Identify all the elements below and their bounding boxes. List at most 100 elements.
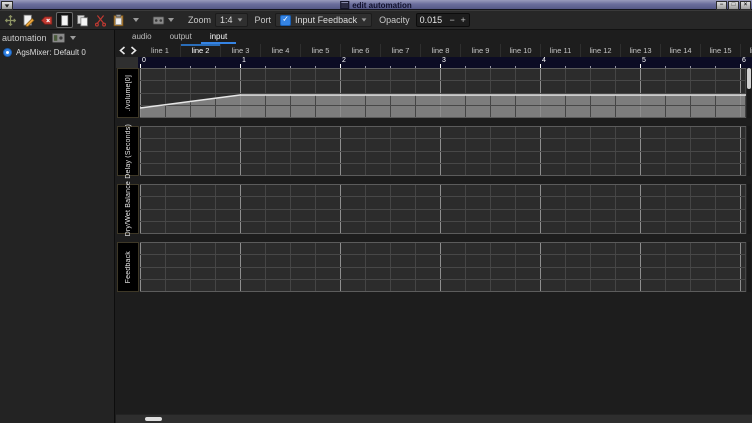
edit-automation-window: edit automation − □ × Zoom 1:4 Port ✓ In…	[0, 0, 752, 423]
pencil-icon	[22, 14, 35, 27]
gridline-horizontal	[140, 138, 746, 139]
line-tab-13[interactable]: line 13	[620, 44, 660, 57]
machine-selector-panel: automation AgsMixer: Default 0	[0, 30, 115, 423]
line-tab-8[interactable]: line 8	[420, 44, 460, 57]
tab-input[interactable]: input	[201, 30, 236, 44]
line-tab-14[interactable]: line 14	[660, 44, 700, 57]
tab-audio[interactable]: audio	[123, 30, 161, 44]
zoom-value: 1:4	[220, 15, 233, 25]
lanes: ./volume[0] Delay (Seconds) Dry/Wet Balanc…	[116, 68, 752, 338]
lane-label: ./volume[0]	[117, 68, 139, 118]
lane-row: Feedback	[116, 242, 752, 292]
lane-row: Dry/Wet Balance	[116, 184, 752, 234]
clear-tool-button[interactable]	[38, 12, 55, 28]
ruler-number: 6	[742, 57, 746, 65]
line-tabs-next-button[interactable]	[128, 44, 139, 57]
line-tab-15[interactable]: line 15	[700, 44, 740, 57]
tool-popup-icon	[152, 14, 165, 27]
window-controls: − □ ×	[716, 1, 751, 10]
window-menu-icon	[5, 4, 10, 7]
opacity-label: Opacity	[379, 15, 410, 25]
line-tab-4[interactable]: line 4	[260, 44, 300, 57]
line-tabs-prev-button[interactable]	[117, 44, 128, 57]
opacity-increment-button[interactable]: +	[458, 14, 469, 26]
line-tab-6[interactable]: line 6	[340, 44, 380, 57]
ruler: 0123456	[116, 57, 752, 68]
lane-vertical-scrollbar[interactable]	[746, 68, 751, 118]
gridline-horizontal	[140, 209, 746, 210]
line-tab-16[interactable]: line 16	[740, 44, 752, 57]
lane-vertical-scrollbar[interactable]	[746, 126, 751, 176]
port-combo[interactable]: ✓ Input Feedback	[275, 13, 372, 27]
ruler-number: 2	[342, 57, 346, 65]
automation-grid[interactable]	[140, 242, 746, 292]
port-checkbox[interactable]: ✓	[280, 15, 291, 26]
automation-grid[interactable]	[140, 184, 746, 234]
tool-popup-button[interactable]	[149, 12, 177, 28]
zoom-label: Zoom	[188, 15, 211, 25]
tab-output[interactable]: output	[161, 30, 201, 44]
minimize-button[interactable]: −	[716, 1, 727, 10]
maximize-button[interactable]: □	[728, 1, 739, 10]
position-tool-button[interactable]	[2, 12, 19, 28]
ruler-cap	[116, 57, 138, 68]
line-tab-12[interactable]: line 12	[580, 44, 620, 57]
gridline-horizontal	[140, 163, 746, 164]
titlebar: edit automation − □ ×	[0, 0, 752, 10]
machine-selector-icon	[52, 33, 65, 43]
line-tab-1[interactable]: line 1	[140, 44, 180, 57]
line-tab-10[interactable]: line 10	[500, 44, 540, 57]
opacity-decrement-button[interactable]: −	[447, 14, 458, 26]
machine-list-item[interactable]: AgsMixer: Default 0	[0, 45, 114, 58]
window-menu-button[interactable]	[1, 1, 13, 10]
gridline-horizontal	[140, 184, 746, 185]
lane-label: Feedback	[117, 242, 139, 292]
line-tab-7[interactable]: line 7	[380, 44, 420, 57]
chevron-right-icon	[130, 46, 137, 55]
line-tab-5[interactable]: line 5	[300, 44, 340, 57]
chevron-down-icon	[237, 18, 242, 21]
line-tab-3[interactable]: line 3	[220, 44, 260, 57]
lane-vertical-scrollbar[interactable]	[746, 242, 751, 292]
paste-button[interactable]	[110, 12, 127, 28]
chevron-left-icon	[119, 46, 126, 55]
machine-selector-header[interactable]: automation	[0, 30, 114, 45]
check-icon: ✓	[282, 16, 289, 24]
line-tab-2[interactable]: line 2	[180, 44, 220, 57]
automation-grid[interactable]	[140, 126, 746, 176]
radio-selected-icon[interactable]	[3, 48, 12, 57]
horizontal-scrollbar-thumb[interactable]	[145, 417, 162, 421]
line-tabs-row: line 1line 2line 3line 4line 5line 6line…	[116, 44, 752, 57]
lane-row: Delay (Seconds)	[116, 126, 752, 176]
chevron-down-icon	[133, 18, 139, 22]
copy-button[interactable]	[74, 12, 91, 28]
automation-grid[interactable]	[140, 68, 746, 118]
tools-overflow-button[interactable]	[130, 13, 141, 27]
position-icon	[4, 14, 17, 27]
horizontal-scrollbar[interactable]	[116, 414, 752, 423]
chevron-down-icon	[70, 36, 76, 40]
line-tab-11[interactable]: line 11	[540, 44, 580, 57]
line-tab-9[interactable]: line 9	[460, 44, 500, 57]
lane-label-text: Delay (Seconds)	[125, 124, 132, 179]
ruler-number: 4	[542, 57, 546, 65]
close-button[interactable]: ×	[740, 1, 751, 10]
copy-icon	[76, 14, 89, 27]
gridline-horizontal	[140, 196, 746, 197]
gridline-horizontal	[140, 126, 746, 127]
zoom-combo[interactable]: 1:4	[215, 13, 248, 27]
automation-envelope[interactable]	[140, 68, 746, 118]
lane-label-text: Feedback	[125, 251, 132, 283]
cut-button[interactable]	[92, 12, 109, 28]
opacity-spinbox: 0.015 − +	[416, 13, 470, 27]
select-tool-button[interactable]	[56, 12, 73, 28]
opacity-input[interactable]: 0.015	[417, 15, 447, 25]
lane-vertical-scrollbar[interactable]	[746, 184, 751, 234]
ruler-number: 3	[442, 57, 446, 65]
edit-tool-button[interactable]	[20, 12, 37, 28]
panel-title: automation	[2, 33, 47, 43]
port-label: Port	[255, 15, 272, 25]
ruler-number: 0	[142, 57, 146, 65]
lane-vertical-scrollbar-thumb[interactable]	[747, 68, 751, 89]
gridline-horizontal	[140, 267, 746, 268]
